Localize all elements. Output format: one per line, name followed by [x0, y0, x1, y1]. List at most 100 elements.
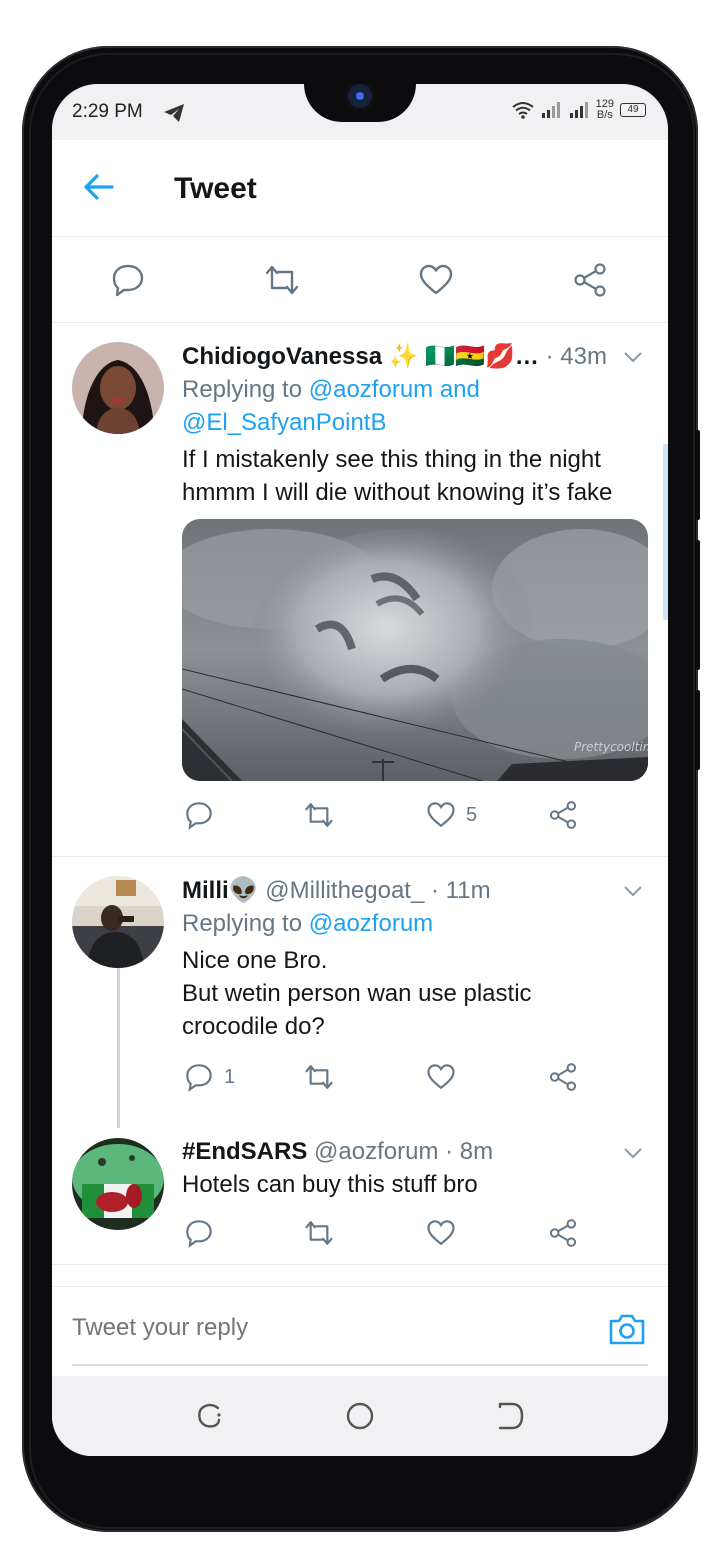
tweet-actions: 1 [182, 1061, 650, 1101]
system-nav-bar [52, 1376, 668, 1456]
reply-input[interactable] [72, 1308, 592, 1348]
retweet-icon [305, 1221, 333, 1245]
reply-tweet[interactable]: ChidiogoVanessa ✨ 🇳🇬🇬🇭💋… · 43m Replying … [52, 322, 668, 857]
volume-button [696, 430, 700, 520]
divider [52, 1286, 668, 1287]
display-name[interactable]: ChidiogoVanessa ✨ 🇳🇬🇬🇭💋… [182, 343, 539, 370]
share-button[interactable] [548, 1061, 578, 1093]
share-icon [549, 801, 577, 829]
user-handle[interactable]: @aozforum [314, 1138, 438, 1165]
share-button[interactable] [548, 799, 578, 831]
app-bar: Tweet [52, 140, 668, 237]
like-icon [427, 802, 455, 828]
like-icon [427, 1220, 455, 1246]
recents-icon[interactable] [192, 1398, 228, 1434]
reply-button[interactable]: 1 [184, 1061, 235, 1093]
like-count: 5 [466, 803, 478, 826]
mention-link[interactable]: @aozforum [309, 910, 433, 937]
like-icon[interactable] [418, 262, 454, 298]
like-icon [427, 1064, 455, 1090]
status-bar: 2:29 PM 129 B/s 49 [52, 84, 668, 140]
share-icon[interactable] [572, 262, 608, 298]
main-tweet-actions [52, 236, 668, 323]
display-name[interactable]: #EndSARS [182, 1138, 307, 1165]
replying-to: Replying to @aozforum [182, 907, 650, 940]
reply-tweet[interactable]: Milli👽 @Millithegoat_ · 11m Replying to … [52, 856, 668, 1128]
retweet-button[interactable] [304, 1217, 344, 1249]
reply-count: 1 [224, 1065, 236, 1088]
chevron-down-icon[interactable] [622, 1142, 644, 1164]
reply-icon[interactable] [110, 262, 146, 298]
tweet-text-line: But wetin person wan use plastic [182, 980, 532, 1007]
tweet-content: #EndSARS @aozforum · 8m Hotels can buy t… [182, 1138, 650, 1257]
tweet-time: · 43m [545, 343, 607, 370]
retweet-icon [305, 803, 333, 827]
reply-button[interactable] [184, 799, 224, 831]
like-button[interactable] [426, 1061, 466, 1093]
tweet-content: Milli👽 @Millithegoat_ · 11m Replying to … [182, 876, 650, 1101]
wifi-icon [512, 102, 534, 119]
compose-reply-bar [52, 1286, 668, 1376]
reply-underline [72, 1364, 648, 1366]
avatar[interactable] [72, 1138, 164, 1230]
signal-icon [541, 102, 560, 118]
avatar-image [72, 1138, 164, 1230]
tweet-text-line: Hotels can buy this stuff bro [182, 1171, 478, 1198]
share-button[interactable] [548, 1217, 578, 1249]
status-time: 2:29 PM [72, 101, 143, 122]
display-name[interactable]: Milli👽 [182, 877, 259, 904]
retweet-button[interactable] [304, 799, 344, 831]
avatar-image [72, 876, 164, 968]
volume-button [696, 540, 700, 670]
battery-icon: 49 [620, 103, 646, 117]
telegram-icon [164, 104, 184, 122]
reply-tweet[interactable]: #EndSARS @aozforum · 8m Hotels can buy t… [52, 1118, 668, 1265]
like-button[interactable]: 5 [426, 799, 477, 831]
tweet-media-image[interactable]: Prettycooltim [182, 519, 648, 781]
avatar[interactable] [72, 876, 164, 968]
reply-button[interactable] [184, 1217, 224, 1249]
tweet-text-line: Nice one Bro. [182, 947, 328, 974]
retweet-icon[interactable] [264, 262, 300, 298]
replying-to: Replying to @aozforum and @El_SafyanPoin… [182, 373, 650, 439]
network-speed: 129 B/s [596, 99, 614, 121]
tweet-text: If I mistakenly see this thing in the ni… [182, 443, 650, 509]
scrollbar[interactable] [663, 444, 668, 620]
mention-link[interactable]: @El_SafyanPointB [182, 409, 386, 436]
mention-link[interactable]: @aozforum and [309, 376, 480, 403]
reply-icon [186, 1064, 212, 1092]
replying-to-label: Replying to [182, 376, 303, 403]
thread-line [117, 968, 120, 1128]
tweet-time: · 11m [431, 877, 491, 904]
tweet-text: Hotels can buy this stuff bro [182, 1168, 650, 1201]
camera-icon[interactable] [608, 1312, 646, 1346]
share-icon [549, 1063, 577, 1091]
share-icon [549, 1219, 577, 1247]
avatar-image [72, 342, 164, 434]
status-indicators: 129 B/s 49 [512, 98, 646, 122]
arrow-left-icon[interactable] [82, 170, 116, 204]
tweet-header: Milli👽 @Millithegoat_ · 11m [182, 876, 650, 905]
cloud-face-image: Prettycooltim [182, 519, 648, 781]
retweet-icon [305, 1065, 333, 1089]
tweet-time: · 8m [445, 1138, 494, 1165]
tweet-content: ChidiogoVanessa ✨ 🇳🇬🇬🇭💋… · 43m Replying … [182, 342, 650, 839]
retweet-button[interactable] [304, 1061, 344, 1093]
power-button [696, 690, 700, 770]
avatar[interactable] [72, 342, 164, 434]
like-button[interactable] [426, 1217, 466, 1249]
tweet-header: ChidiogoVanessa ✨ 🇳🇬🇬🇭💋… · 43m [182, 342, 650, 371]
tweet-text: Nice one Bro. But wetin person wan use p… [182, 944, 650, 1043]
tweet-actions: 5 [182, 799, 650, 839]
tweet-text-line: crocodile do? [182, 1013, 325, 1040]
tweet-text-line: If I mistakenly see this thing in the ni… [182, 446, 601, 473]
home-icon[interactable] [342, 1398, 378, 1434]
chevron-down-icon[interactable] [622, 880, 644, 902]
tweet-header: #EndSARS @aozforum · 8m [182, 1138, 650, 1166]
user-handle[interactable]: @Millithegoat_ [265, 877, 424, 904]
replying-to-label: Replying to [182, 910, 303, 937]
screen: 2:29 PM 129 B/s 49 Tweet ChidiogoVanessa… [52, 84, 668, 1456]
tweet-text-line: hmmm I will die without knowing it’s fak… [182, 479, 613, 506]
chevron-down-icon[interactable] [622, 346, 644, 368]
back-icon[interactable] [492, 1398, 528, 1434]
